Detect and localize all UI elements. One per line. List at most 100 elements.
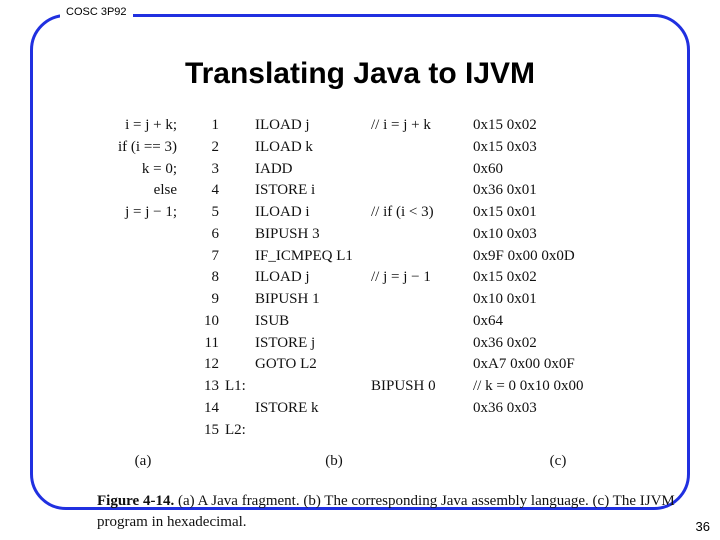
part-label-b: (b) [195, 451, 473, 473]
asm-comment [371, 224, 473, 246]
asm-comment [371, 354, 473, 376]
asm-label [225, 224, 255, 246]
java-line: else [91, 180, 195, 202]
page-number: 36 [696, 519, 710, 534]
asm-instr [255, 376, 371, 398]
line-num: 1 [195, 115, 225, 137]
asm-label [225, 180, 255, 202]
java-line [91, 420, 195, 442]
java-line [91, 398, 195, 420]
java-line [91, 224, 195, 246]
asm-instr: IADD [255, 159, 371, 181]
asm-comment [371, 398, 473, 420]
java-line: if (i == 3) [91, 137, 195, 159]
line-num: 15 [195, 420, 225, 442]
asm-comment: // if (i < 3) [371, 202, 473, 224]
java-line [91, 246, 195, 268]
hex-bytes: 0x15 0x02 [473, 115, 643, 137]
asm-comment [371, 420, 473, 442]
hex-bytes: // k = 0 0x10 0x00 [473, 376, 643, 398]
java-line [91, 333, 195, 355]
asm-label [225, 159, 255, 181]
hex-bytes: 0x15 0x02 [473, 267, 643, 289]
asm-comment [371, 333, 473, 355]
line-num: 12 [195, 354, 225, 376]
caption-text: (a) A Java fragment. (b) The correspondi… [97, 493, 675, 530]
hex-bytes: 0x15 0x01 [473, 202, 643, 224]
hex-bytes: 0x36 0x01 [473, 180, 643, 202]
asm-instr: GOTO L2 [255, 354, 371, 376]
asm-instr: ISUB [255, 311, 371, 333]
hex-bytes: 0x36 0x02 [473, 333, 643, 355]
asm-label [225, 354, 255, 376]
asm-label [225, 333, 255, 355]
line-num: 14 [195, 398, 225, 420]
asm-instr: BIPUSH 1 [255, 289, 371, 311]
java-line [91, 376, 195, 398]
asm-instr: ILOAD i [255, 202, 371, 224]
asm-label [225, 311, 255, 333]
asm-comment [371, 159, 473, 181]
asm-comment: // j = j − 1 [371, 267, 473, 289]
asm-label [225, 267, 255, 289]
line-num: 7 [195, 246, 225, 268]
line-num: 8 [195, 267, 225, 289]
part-label-a: (a) [91, 451, 195, 473]
asm-comment: // i = j + k [371, 115, 473, 137]
asm-label [225, 246, 255, 268]
asm-instr: ISTORE j [255, 333, 371, 355]
part-label-c: (c) [473, 451, 643, 473]
asm-instr: IF_ICMPEQ L1 [255, 246, 371, 268]
figure-number: Figure 4-14. [97, 493, 174, 509]
slide-frame: Translating Java to IJVM i = j + k;1ILOA… [30, 14, 690, 510]
java-line [91, 311, 195, 333]
java-line [91, 267, 195, 289]
line-num: 13 [195, 376, 225, 398]
java-line: i = j + k; [91, 115, 195, 137]
hex-bytes: 0x9F 0x00 0x0D [473, 246, 643, 268]
hex-bytes: 0x64 [473, 311, 643, 333]
part-labels: (a) (b) (c) [91, 451, 693, 473]
course-code: COSC 3P92 [60, 6, 133, 18]
asm-comment [371, 246, 473, 268]
asm-label [225, 398, 255, 420]
line-num: 4 [195, 180, 225, 202]
asm-instr [255, 420, 371, 442]
line-num: 2 [195, 137, 225, 159]
line-num: 10 [195, 311, 225, 333]
asm-comment [371, 289, 473, 311]
asm-instr: ILOAD j [255, 267, 371, 289]
asm-label [225, 202, 255, 224]
asm-label [225, 115, 255, 137]
asm-instr: ISTORE i [255, 180, 371, 202]
hex-bytes [473, 420, 643, 442]
hex-bytes: 0x60 [473, 159, 643, 181]
line-num: 6 [195, 224, 225, 246]
line-num: 3 [195, 159, 225, 181]
asm-comment [371, 137, 473, 159]
figure-caption: Figure 4-14. (a) A Java fragment. (b) Th… [91, 491, 693, 533]
java-line: j = j − 1; [91, 202, 195, 224]
line-num: 9 [195, 289, 225, 311]
line-num: 5 [195, 202, 225, 224]
hex-bytes: 0x10 0x01 [473, 289, 643, 311]
hex-bytes: 0x10 0x03 [473, 224, 643, 246]
java-line [91, 354, 195, 376]
asm-comment [371, 311, 473, 333]
asm-instr-right: BIPUSH 0 [371, 376, 473, 398]
hex-bytes: 0x36 0x03 [473, 398, 643, 420]
asm-label [225, 289, 255, 311]
asm-label: L2: [225, 420, 255, 442]
line-num: 11 [195, 333, 225, 355]
hex-bytes: 0x15 0x03 [473, 137, 643, 159]
java-line: k = 0; [91, 159, 195, 181]
java-line [91, 289, 195, 311]
hex-bytes: 0xA7 0x00 0x0F [473, 354, 643, 376]
asm-instr: ILOAD k [255, 137, 371, 159]
code-figure: i = j + k;1ILOAD j// i = j + k0x15 0x02 … [91, 115, 693, 533]
asm-instr: BIPUSH 3 [255, 224, 371, 246]
asm-label [225, 137, 255, 159]
asm-instr: ISTORE k [255, 398, 371, 420]
asm-comment [371, 180, 473, 202]
asm-label: L1: [225, 376, 255, 398]
